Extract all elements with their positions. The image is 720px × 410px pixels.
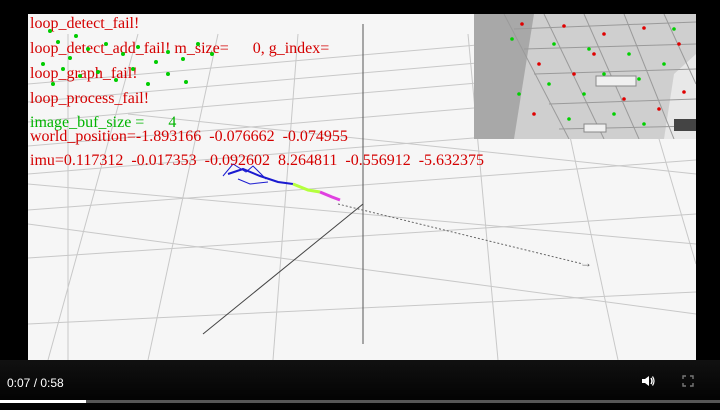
video-player[interactable]: → loop_detect_fail! loop_detect_add_fail…	[0, 0, 720, 410]
fullscreen-icon[interactable]	[680, 373, 696, 389]
video-frame[interactable]: → loop_detect_fail! loop_detect_add_fail…	[28, 14, 696, 360]
x-axis-arrow-label: →	[580, 256, 592, 270]
camera-image	[474, 14, 696, 139]
time-display: 0:07 / 0:58	[7, 376, 64, 390]
progress-bar-fill	[0, 400, 87, 403]
feature-points-overlay	[41, 29, 214, 86]
camera-inset-view	[474, 14, 696, 139]
progress-bar[interactable]	[0, 400, 720, 403]
player-controls: 0:07 / 0:58	[0, 360, 720, 410]
speaker-volume-icon[interactable]	[640, 373, 656, 389]
imu-text: imu=0.117312 -0.017353 -0.092602 8.26481…	[30, 152, 485, 169]
world-position-text: world_position=-1.893166 -0.076662 -0.07…	[30, 128, 348, 145]
